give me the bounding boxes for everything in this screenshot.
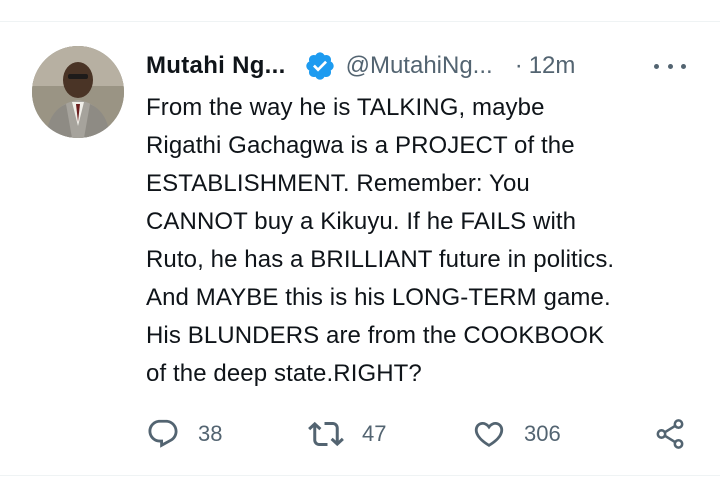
retweet-button[interactable]: 47: [308, 410, 386, 458]
tweet-text-line: ESTABLISHMENT. Remember: You: [146, 170, 530, 197]
separator-dot: ·: [514, 52, 523, 79]
divider-bottom: [0, 475, 720, 476]
like-button[interactable]: 306: [472, 410, 561, 458]
retweet-count: 47: [362, 421, 387, 446]
divider-top: [0, 21, 720, 22]
share-button[interactable]: [653, 410, 687, 458]
more-options-icon[interactable]: [654, 56, 686, 76]
tweet-text-line: And MAYBE this is his LONG-TERM game.: [146, 284, 611, 311]
reply-button[interactable]: 38: [146, 410, 222, 458]
tweet-card[interactable]: Mutahi Ng... @MutahiNg... · 12m From the…: [0, 0, 720, 490]
tweet-header: Mutahi Ng... @MutahiNg... · 12m: [146, 50, 575, 82]
more-dot: [667, 63, 673, 69]
like-count: 306: [524, 421, 561, 446]
verified-badge-icon: [304, 50, 336, 82]
retweet-icon: [308, 416, 344, 452]
timestamp[interactable]: 12m: [529, 52, 576, 80]
reply-count: 38: [198, 421, 223, 446]
tweet-text-line: From the way he is TALKING, maybe: [146, 94, 545, 121]
avatar[interactable]: [32, 46, 124, 138]
tweet-text-line: Rigathi Gachagwa is a PROJECT of the: [146, 132, 575, 159]
heart-icon: [472, 417, 506, 451]
more-dot: [681, 63, 686, 69]
tweet-text-line: CANNOT buy a Kikuyu. If he FAILS with: [146, 208, 577, 235]
share-icon: [653, 417, 687, 451]
tweet-text: From the way he is TALKING, maybe Rigath…: [146, 89, 706, 393]
more-dot: [654, 63, 659, 69]
reply-icon: [146, 417, 180, 451]
action-bar: 38 47 306: [0, 410, 720, 458]
author-handle[interactable]: @MutahiNg...: [346, 52, 493, 80]
author-name[interactable]: Mutahi Ng...: [146, 52, 286, 80]
tweet-text-line: Ruto, he has a BRILLIANT future in polit…: [146, 246, 615, 273]
tweet-text-line: His BLUNDERS are from the COOKBOOK: [146, 322, 605, 349]
tweet-text-line: of the deep state.RIGHT?: [146, 360, 422, 387]
